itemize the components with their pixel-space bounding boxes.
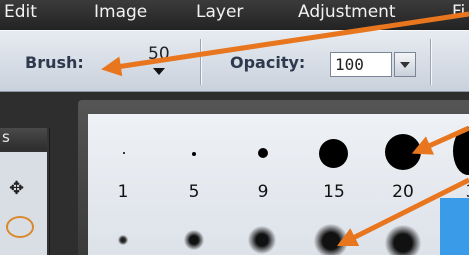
brush-preset-1[interactable] (123, 152, 125, 154)
brush-size-value[interactable]: 50 (148, 44, 170, 64)
opacity-input[interactable]: 100 (330, 52, 392, 77)
toolbar-separator (200, 39, 202, 85)
brush-size-label: 1 (117, 182, 129, 202)
options-toolbar: Brush: 50 Opacity: 100 (0, 30, 469, 92)
menu-image[interactable]: Image (94, 2, 147, 22)
toolbar-separator (430, 39, 432, 85)
panel-tab[interactable]: s (0, 128, 47, 150)
brush-preset-9[interactable] (258, 148, 268, 158)
opacity-label: Opacity: (230, 53, 306, 72)
move-icon[interactable]: ✥ (9, 178, 24, 199)
menu-filter[interactable]: Fi (452, 2, 465, 22)
soft-brush-preset[interactable] (314, 224, 348, 255)
opacity-dropdown-button[interactable] (394, 52, 416, 77)
brush-size-label: 5 (188, 182, 200, 202)
soft-brush-preset[interactable] (184, 230, 204, 250)
menu-layer[interactable]: Layer (196, 2, 243, 22)
chevron-down-icon (400, 62, 410, 68)
brush-preset-20[interactable] (385, 134, 421, 170)
brush-label: Brush: (25, 53, 84, 72)
menu-adjustment[interactable]: Adjustment (298, 2, 396, 22)
brush-size-label: 9 (257, 182, 269, 202)
tools-panel: s ✥ (0, 128, 50, 255)
brush-size-label: 20 (392, 182, 414, 202)
soft-brush-preset[interactable] (385, 225, 421, 255)
soft-brush-preset[interactable] (118, 235, 128, 245)
brush-preset-15[interactable] (319, 139, 348, 168)
lasso-icon[interactable] (6, 216, 34, 238)
tools-panel-body: ✥ (0, 152, 47, 255)
selected-brush-cell[interactable] (440, 198, 469, 255)
menu-edit[interactable]: Edit (4, 2, 37, 22)
soft-brush-preset[interactable] (248, 226, 276, 254)
brush-dropdown-arrow-icon[interactable] (153, 68, 165, 75)
menu-bar: Edit Image Layer Adjustment Fi (0, 0, 469, 30)
brush-size-label: 15 (323, 182, 345, 202)
brush-preset-5[interactable] (192, 152, 196, 156)
